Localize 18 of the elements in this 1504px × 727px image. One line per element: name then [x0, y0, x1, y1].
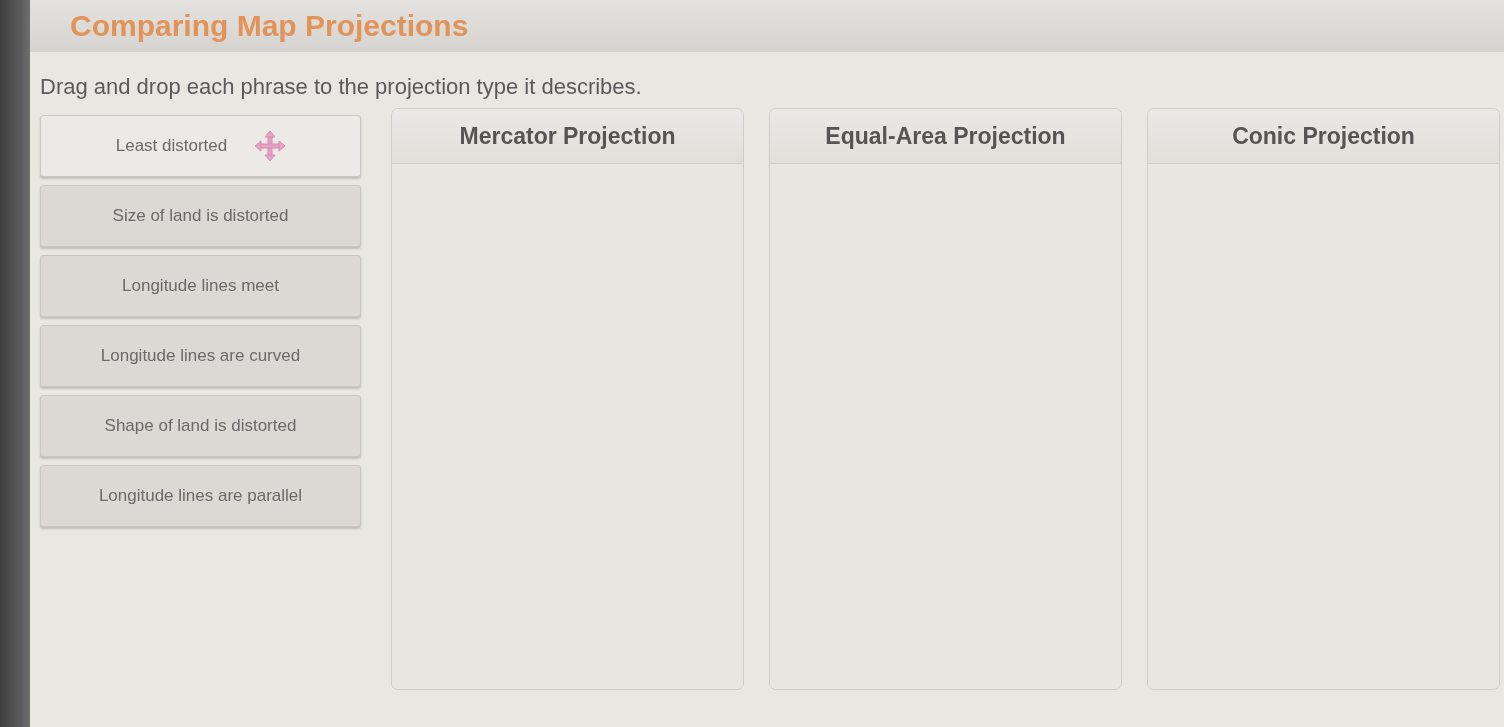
category-header: Conic Projection: [1148, 109, 1499, 164]
instruction-text: Drag and drop each phrase to the projection type it describes.: [40, 73, 643, 101]
phrase-label: Least distorted: [115, 136, 228, 156]
phrase-tile[interactable]: Least distorted: [40, 115, 361, 177]
move-icon: [255, 131, 286, 161]
page-title: Comparing Map Projections: [70, 8, 469, 44]
phrase-label: Shape of land is distorted: [104, 416, 297, 436]
phrase-tile[interactable]: Shape of land is distorted: [40, 395, 361, 457]
category-header: Equal-Area Projection: [770, 109, 1121, 164]
phrase-label: Size of land is distorted: [112, 206, 289, 226]
phrase-tile[interactable]: Size of land is distorted: [40, 185, 361, 247]
phrase-tile[interactable]: Longitude lines are curved: [40, 325, 361, 387]
phrase-label: Longitude lines are parallel: [98, 486, 303, 506]
phrase-label: Longitude lines meet: [122, 276, 279, 296]
phrase-tile[interactable]: Longitude lines are parallel: [40, 465, 361, 527]
phrase-label: Longitude lines are curved: [100, 346, 301, 366]
phrase-tile[interactable]: Longitude lines meet: [40, 255, 361, 317]
category-header: Mercator Projection: [392, 109, 743, 164]
